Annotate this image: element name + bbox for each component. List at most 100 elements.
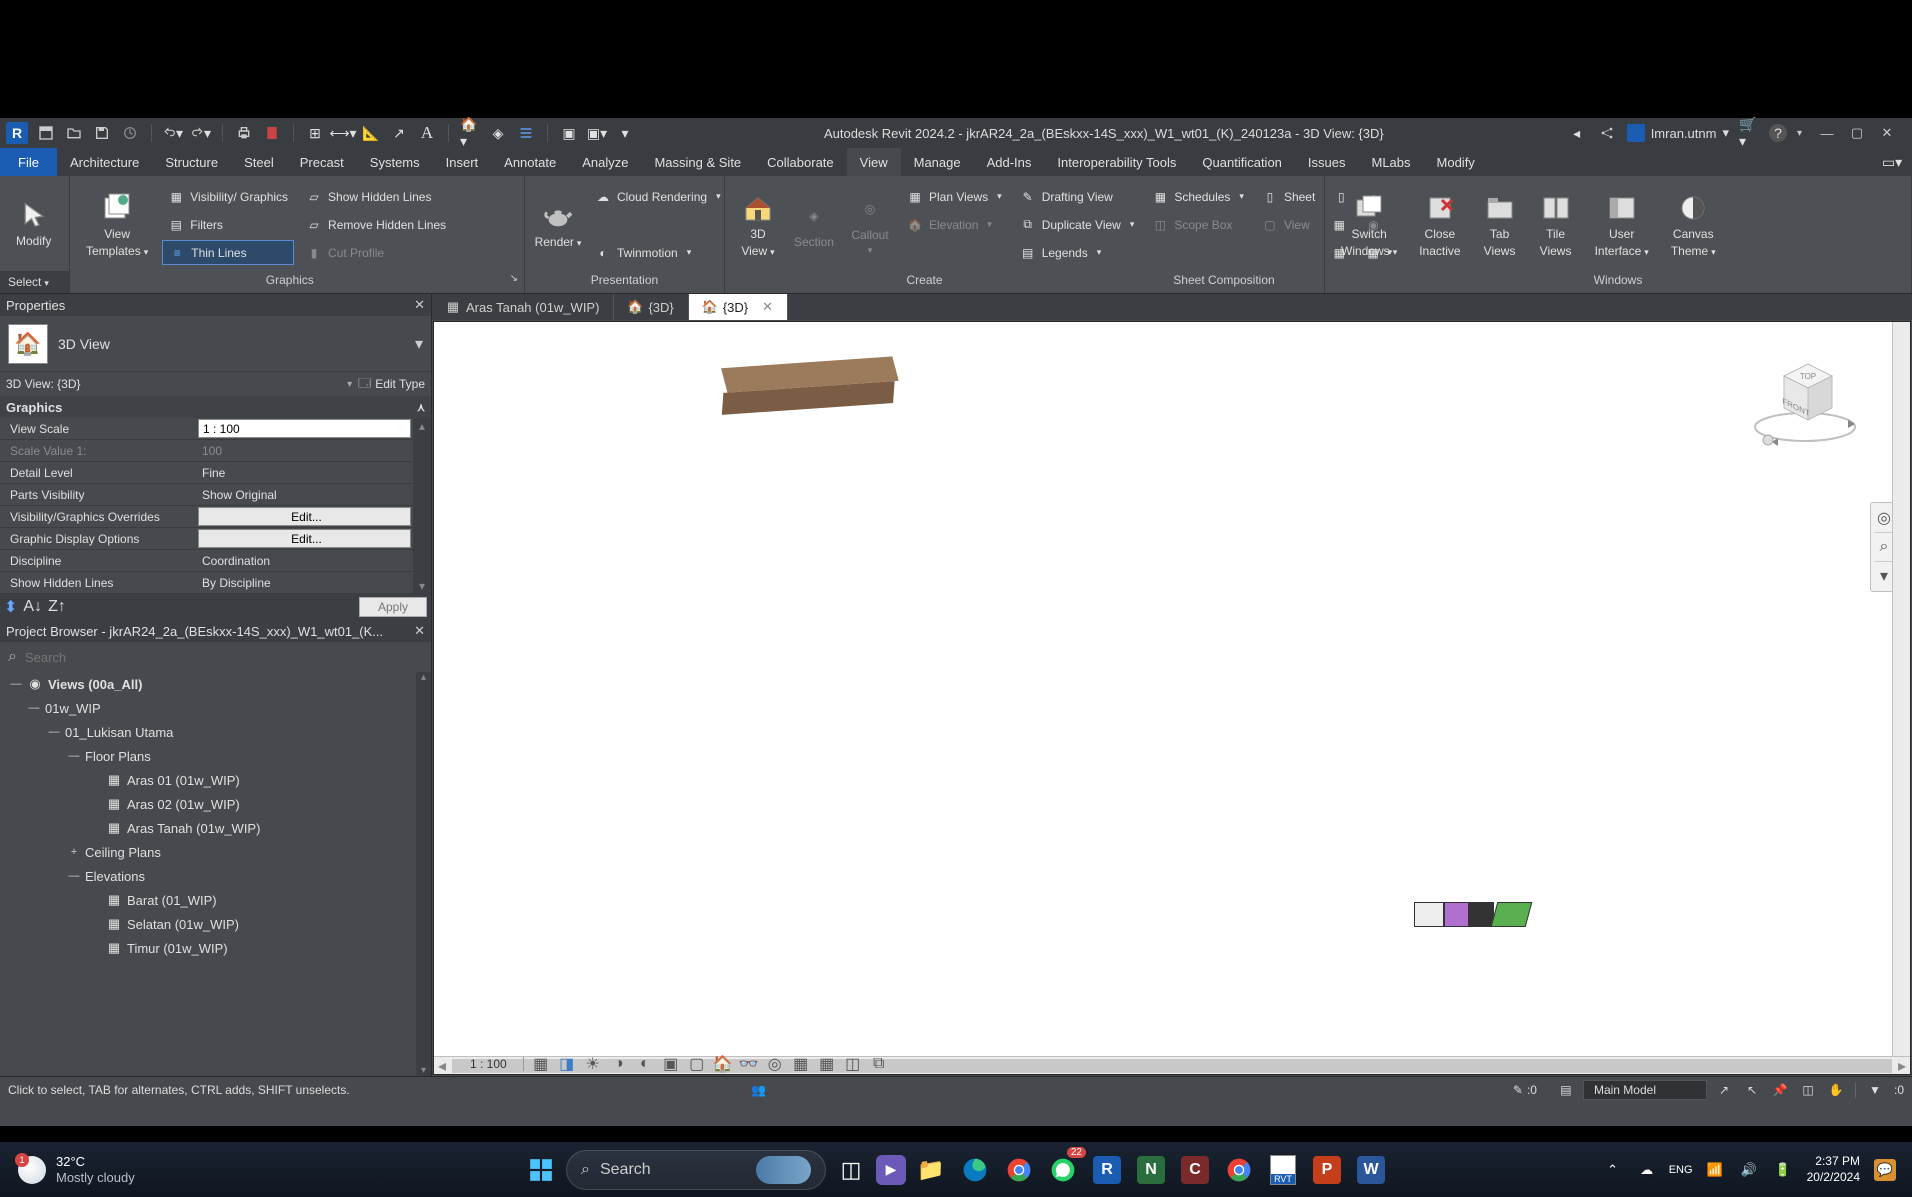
tab-annotate[interactable]: Annotate [491,148,569,176]
type-selector[interactable]: 🏠 3D View ▾ [0,316,431,372]
tree-views-root[interactable]: —◉Views (00a_All) [0,672,431,696]
prop-group-graphics[interactable]: Graphics⋏ [0,396,431,418]
taskbar-search[interactable]: ⌕ Search [566,1150,826,1190]
viewcube-home-icon[interactable] [1763,435,1773,445]
tree-01w-wip[interactable]: —01w_WIP [0,696,431,720]
taskbar-edge-icon[interactable] [956,1151,994,1189]
browser-scrollbar[interactable]: ▴▾ [416,672,431,1076]
render-button[interactable]: Render [533,196,583,253]
3d-view-button[interactable]: 3D View [733,188,783,262]
help-icon[interactable]: ? [1769,124,1787,142]
plan-views-button[interactable]: ▦Plan Views [901,184,1008,209]
taskbar-media-icon[interactable]: ▶ [876,1155,906,1185]
prop-detail-level-value[interactable]: Fine [198,466,431,480]
model-terrain[interactable] [722,356,897,418]
legends-button[interactable]: ▤Legends [1014,240,1141,265]
undo-icon[interactable]: ▾ [163,123,183,143]
select-dropdown[interactable]: Select [0,275,57,289]
taskbar-navisworks-icon[interactable]: N [1132,1151,1170,1189]
vc-crop-region-icon[interactable]: ▢ [688,1055,706,1073]
tile-views-button[interactable]: TileViews [1531,188,1581,262]
tree-floor-plans[interactable]: —Floor Plans [0,744,431,768]
zoom-icon[interactable]: ⌕ [1874,537,1894,557]
tab-interoperability[interactable]: Interoperability Tools [1044,148,1189,176]
tray-language-icon[interactable]: ENG [1671,1160,1691,1180]
properties-close-icon[interactable]: ✕ [414,297,425,313]
tree-aras01[interactable]: ▦Aras 01 (01w_WIP) [0,768,431,792]
switch-windows-qat-icon[interactable]: ▣▾ [587,123,607,143]
vc-crop-icon[interactable]: ▣ [662,1055,680,1073]
user-interface-button[interactable]: UserInterface [1587,188,1657,262]
revit-logo-icon[interactable]: R [6,122,28,144]
search-title-icon[interactable]: ◂ [1567,123,1587,143]
browser-search-input[interactable] [25,650,423,665]
tab-precast[interactable]: Precast [287,148,357,176]
tray-notifications-icon[interactable]: 💬 [1874,1159,1896,1181]
edit-type-button[interactable]: 🗔Edit Type [358,374,425,395]
tab-mlabs[interactable]: MLabs [1358,148,1423,176]
tree-barat[interactable]: ▦Barat (01_WIP) [0,888,431,912]
model-building[interactable] [1414,902,1554,932]
vc-constraints-icon[interactable]: ▦ [818,1055,836,1073]
close-button[interactable]: ✕ [1872,123,1902,143]
sync-icon[interactable] [120,123,140,143]
vc-unlock-icon[interactable]: 🏠 [714,1055,732,1073]
full-nav-wheel-icon[interactable]: ◎ [1874,508,1894,528]
properties-header[interactable]: Properties ✕ [0,294,431,316]
properties-scrollbar[interactable]: ▴▾ [413,418,431,594]
modify-tool-button[interactable]: Modify [8,195,59,252]
tab-architecture[interactable]: Architecture [57,148,152,176]
prop-discipline-value[interactable]: Coordination [198,554,431,568]
cloud-rendering-button[interactable]: ☁Cloud Rendering [589,184,727,209]
tab-quantification[interactable]: Quantification [1189,148,1295,176]
tab-modify[interactable]: Modify [1424,148,1488,176]
filter-icon[interactable]: ▼ [1866,1081,1884,1099]
taskbar-revit-icon[interactable]: R [1088,1151,1126,1189]
text-icon[interactable]: A [417,123,437,143]
visibility-graphics-button[interactable]: ▦Visibility/ Graphics [162,184,294,209]
view-scale-button[interactable]: 1 : 100 [454,1057,524,1071]
align-icon[interactable]: ⊞ [305,123,325,143]
type-dropdown-icon[interactable]: ▾ [415,334,423,354]
view-tab-aras-tanah[interactable]: ▦Aras Tanah (01w_WIP) [432,294,614,320]
print-icon[interactable] [234,123,254,143]
sort-asc-icon[interactable]: ⬍ [4,597,17,617]
main-model-dropdown[interactable]: Main Model [1583,1080,1707,1100]
share-title-icon[interactable] [1597,123,1617,143]
schedules-button[interactable]: ▦Schedules [1146,184,1250,209]
home-quickaccess-icon[interactable] [36,123,56,143]
remove-hidden-lines-button[interactable]: ▱Remove Hidden Lines [300,212,452,237]
ribbon-display-icon[interactable]: ▭▾ [1882,152,1902,172]
workset-bar-icon[interactable]: ▤ [1557,1081,1575,1099]
redo-icon[interactable]: ▾ [191,123,211,143]
vc-analytical-icon[interactable]: ▦ [792,1055,810,1073]
taskbar-whatsapp-icon[interactable]: 22 [1044,1151,1082,1189]
vc-temp-hide-icon[interactable]: 👓 [740,1055,758,1073]
tab-add-ins[interactable]: Add-Ins [974,148,1045,176]
default3d-icon[interactable]: 🏠▾ [460,123,480,143]
vc-sun-path-icon[interactable]: ☀ [584,1055,602,1073]
vc-worksets-icon[interactable]: ◫ [844,1055,862,1073]
view-tab-3d-active[interactable]: 🏠{3D}✕ [689,294,788,320]
view-tab-3d-1[interactable]: 🏠{3D} [614,294,688,320]
tray-chevron-icon[interactable]: ⌃ [1603,1160,1623,1180]
instance-name[interactable]: 3D View: {3D} [6,377,341,391]
tray-volume-icon[interactable]: 🔊 [1739,1160,1759,1180]
pdf-icon[interactable] [262,123,282,143]
tab-view[interactable]: View [847,148,901,176]
drag-elements-icon[interactable]: ✋ [1827,1081,1845,1099]
tab-structure[interactable]: Structure [152,148,231,176]
minimize-button[interactable]: — [1812,123,1842,143]
prop-vg-overrides-button[interactable]: Edit... [198,507,411,526]
scroll-right-icon[interactable]: ▸ [1894,1056,1910,1076]
customize-qat-icon[interactable]: ▾ [615,123,635,143]
cart-icon[interactable]: 🛒▾ [1739,123,1759,143]
sort-az-icon[interactable]: A↓ [23,598,42,616]
select-face-icon[interactable]: ◫ [1799,1081,1817,1099]
view-templates-button[interactable]: View Templates [78,188,156,262]
sheet-button[interactable]: ▯Sheet [1256,184,1321,209]
tab-analyze[interactable]: Analyze [569,148,641,176]
viewcube-top-label[interactable]: TOP [1800,372,1816,381]
tab-steel[interactable]: Steel [231,148,287,176]
3d-canvas[interactable]: TOP FRONT ◎ ⌕ ▾ [433,321,1911,1075]
